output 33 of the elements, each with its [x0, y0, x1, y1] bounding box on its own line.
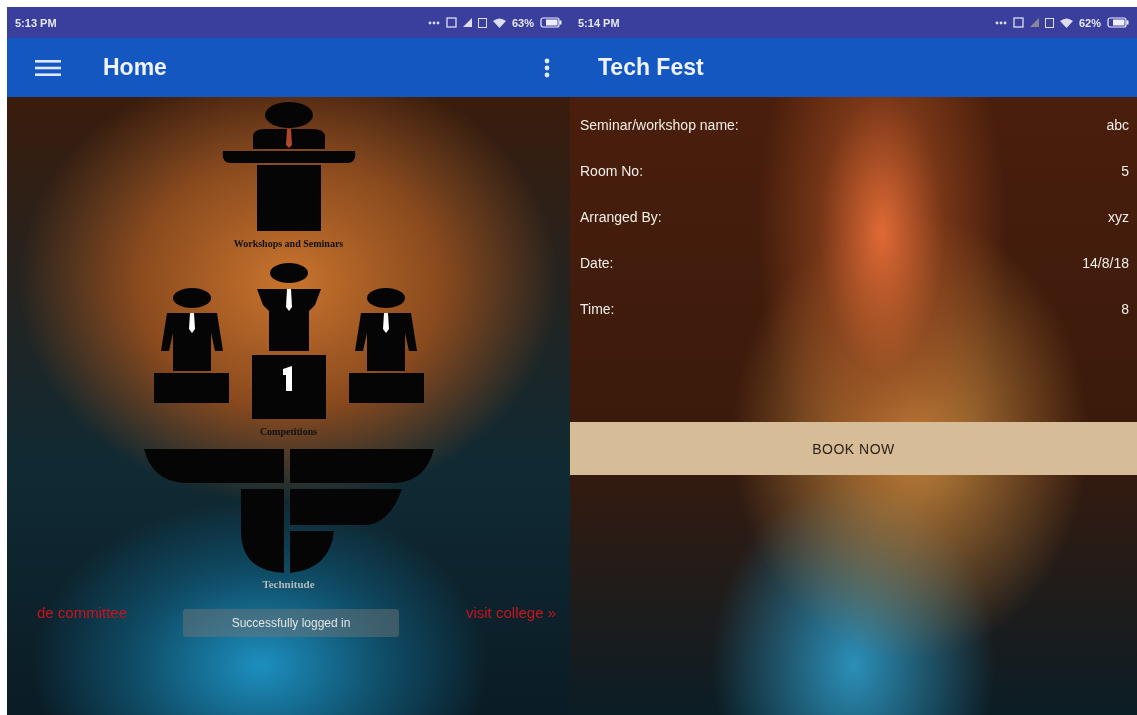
- signal-icon: [1029, 18, 1039, 27]
- tile-label: Competitions: [259, 426, 318, 437]
- wifi-icon: [492, 17, 506, 28]
- tile-label: Technitude: [262, 578, 315, 590]
- more-notifications-icon: [994, 20, 1007, 25]
- signal-icon: [462, 18, 472, 27]
- field-label: Date:: [580, 255, 614, 271]
- field-value: xyz: [1108, 209, 1129, 225]
- field-label: Seminar/workshop name:: [580, 117, 739, 133]
- field-value: abc: [1106, 117, 1129, 133]
- battery-icon: [1107, 17, 1129, 28]
- scrolling-notice-text: visit college »: [465, 604, 556, 621]
- book-now-button[interactable]: BOOK NOW: [570, 422, 1137, 475]
- app-bar-title: Tech Fest: [598, 54, 705, 81]
- status-time: 5:14 PM: [578, 16, 620, 29]
- wifi-icon: [1059, 17, 1073, 28]
- more-notifications-icon: [427, 20, 440, 25]
- field-value: 8: [1121, 301, 1129, 317]
- field-label: Arranged By:: [580, 209, 662, 225]
- toast-message: Successfully logged in: [183, 609, 399, 637]
- tile-label: Workshops and Seminars: [233, 238, 344, 249]
- battery-percent: 63%: [511, 16, 534, 29]
- app-bar-title: Home: [103, 54, 168, 81]
- battery-percent: 62%: [1078, 16, 1101, 29]
- field-value: 14/8/18: [1082, 255, 1129, 271]
- status-time: 5:13 PM: [15, 16, 57, 29]
- field-label: Room No:: [580, 163, 644, 179]
- menu-icon[interactable]: [35, 59, 61, 76]
- scrolling-notice-text: de committee: [37, 604, 128, 621]
- field-value: 5: [1121, 163, 1129, 179]
- battery-icon: [540, 17, 562, 28]
- field-label: Time:: [580, 301, 615, 317]
- more-options-icon[interactable]: [544, 57, 550, 78]
